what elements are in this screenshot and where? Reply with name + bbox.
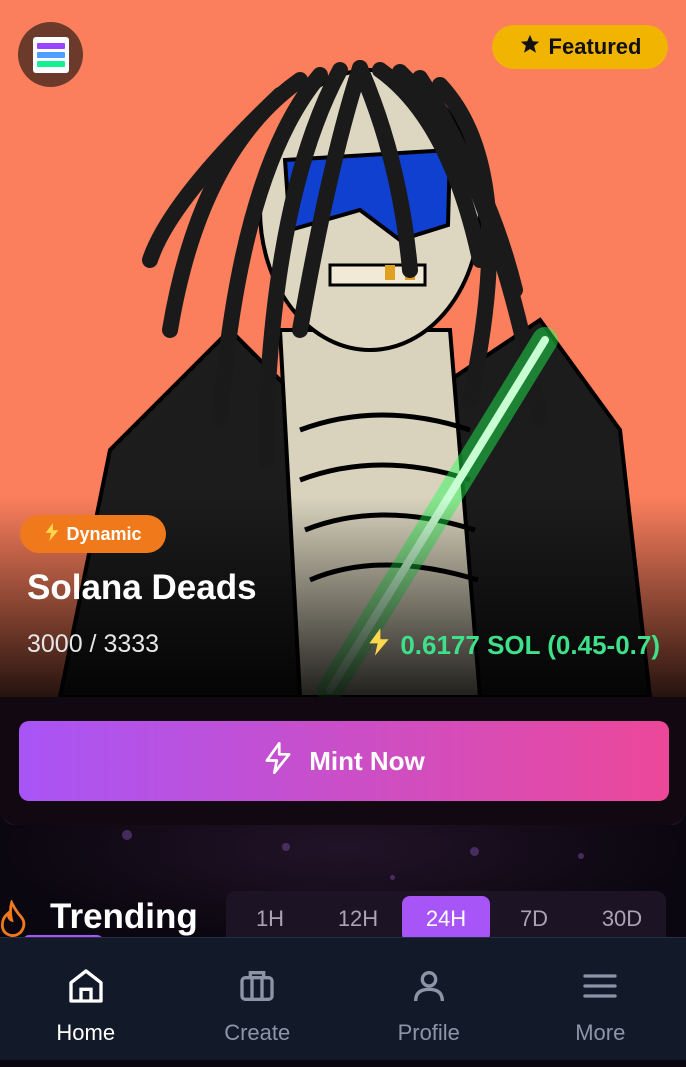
trending-title: Trending bbox=[50, 897, 198, 936]
nav-more-label: More bbox=[575, 1020, 626, 1045]
mint-price: 0.6177 SOL (0.45-0.7) bbox=[368, 628, 660, 663]
star-icon bbox=[519, 33, 541, 61]
tab-12h[interactable]: 12H bbox=[314, 896, 402, 942]
mint-panel: Mint Now bbox=[0, 697, 686, 826]
tab-24h[interactable]: 24H bbox=[402, 896, 490, 942]
nav-home-label: Home bbox=[56, 1020, 116, 1045]
tab-1h[interactable]: 1H bbox=[226, 896, 314, 942]
tab-7d[interactable]: 7D bbox=[490, 896, 578, 942]
tab-30d[interactable]: 30D bbox=[578, 896, 666, 942]
briefcase-icon bbox=[237, 966, 277, 1012]
mint-supply: 3000 / 3333 bbox=[27, 630, 160, 658]
featured-badge: Featured bbox=[492, 25, 668, 69]
nav-profile-label: Profile bbox=[397, 1020, 460, 1045]
nav-profile[interactable]: Profile bbox=[343, 938, 515, 1061]
collection-title: Solana Deads bbox=[27, 568, 257, 607]
nav-more[interactable]: More bbox=[515, 938, 686, 1061]
dynamic-badge: Dynamic bbox=[20, 515, 166, 553]
menu-icon bbox=[580, 966, 620, 1012]
bottom-nav: Home Create Profile More bbox=[0, 937, 686, 1061]
lightning-icon bbox=[368, 628, 390, 663]
featured-label: Featured bbox=[548, 34, 642, 59]
nav-home[interactable]: Home bbox=[0, 938, 172, 1061]
dynamic-label: Dynamic bbox=[66, 523, 142, 544]
lightning-outline-icon bbox=[263, 741, 293, 781]
lightning-icon bbox=[44, 522, 60, 546]
mint-now-button[interactable]: Mint Now bbox=[19, 721, 669, 801]
mint-now-label: Mint Now bbox=[309, 745, 425, 776]
user-icon bbox=[409, 966, 449, 1012]
home-icon bbox=[66, 966, 106, 1012]
featured-collection-hero[interactable]: Featured Dynamic Solana Deads 3000 / 333… bbox=[0, 0, 686, 697]
nav-create[interactable]: Create bbox=[172, 938, 344, 1061]
price-value: 0.6177 SOL (0.45-0.7) bbox=[400, 630, 660, 660]
bottom-strip bbox=[0, 1060, 686, 1067]
nav-create-label: Create bbox=[224, 1020, 291, 1045]
solana-logo bbox=[18, 22, 83, 87]
